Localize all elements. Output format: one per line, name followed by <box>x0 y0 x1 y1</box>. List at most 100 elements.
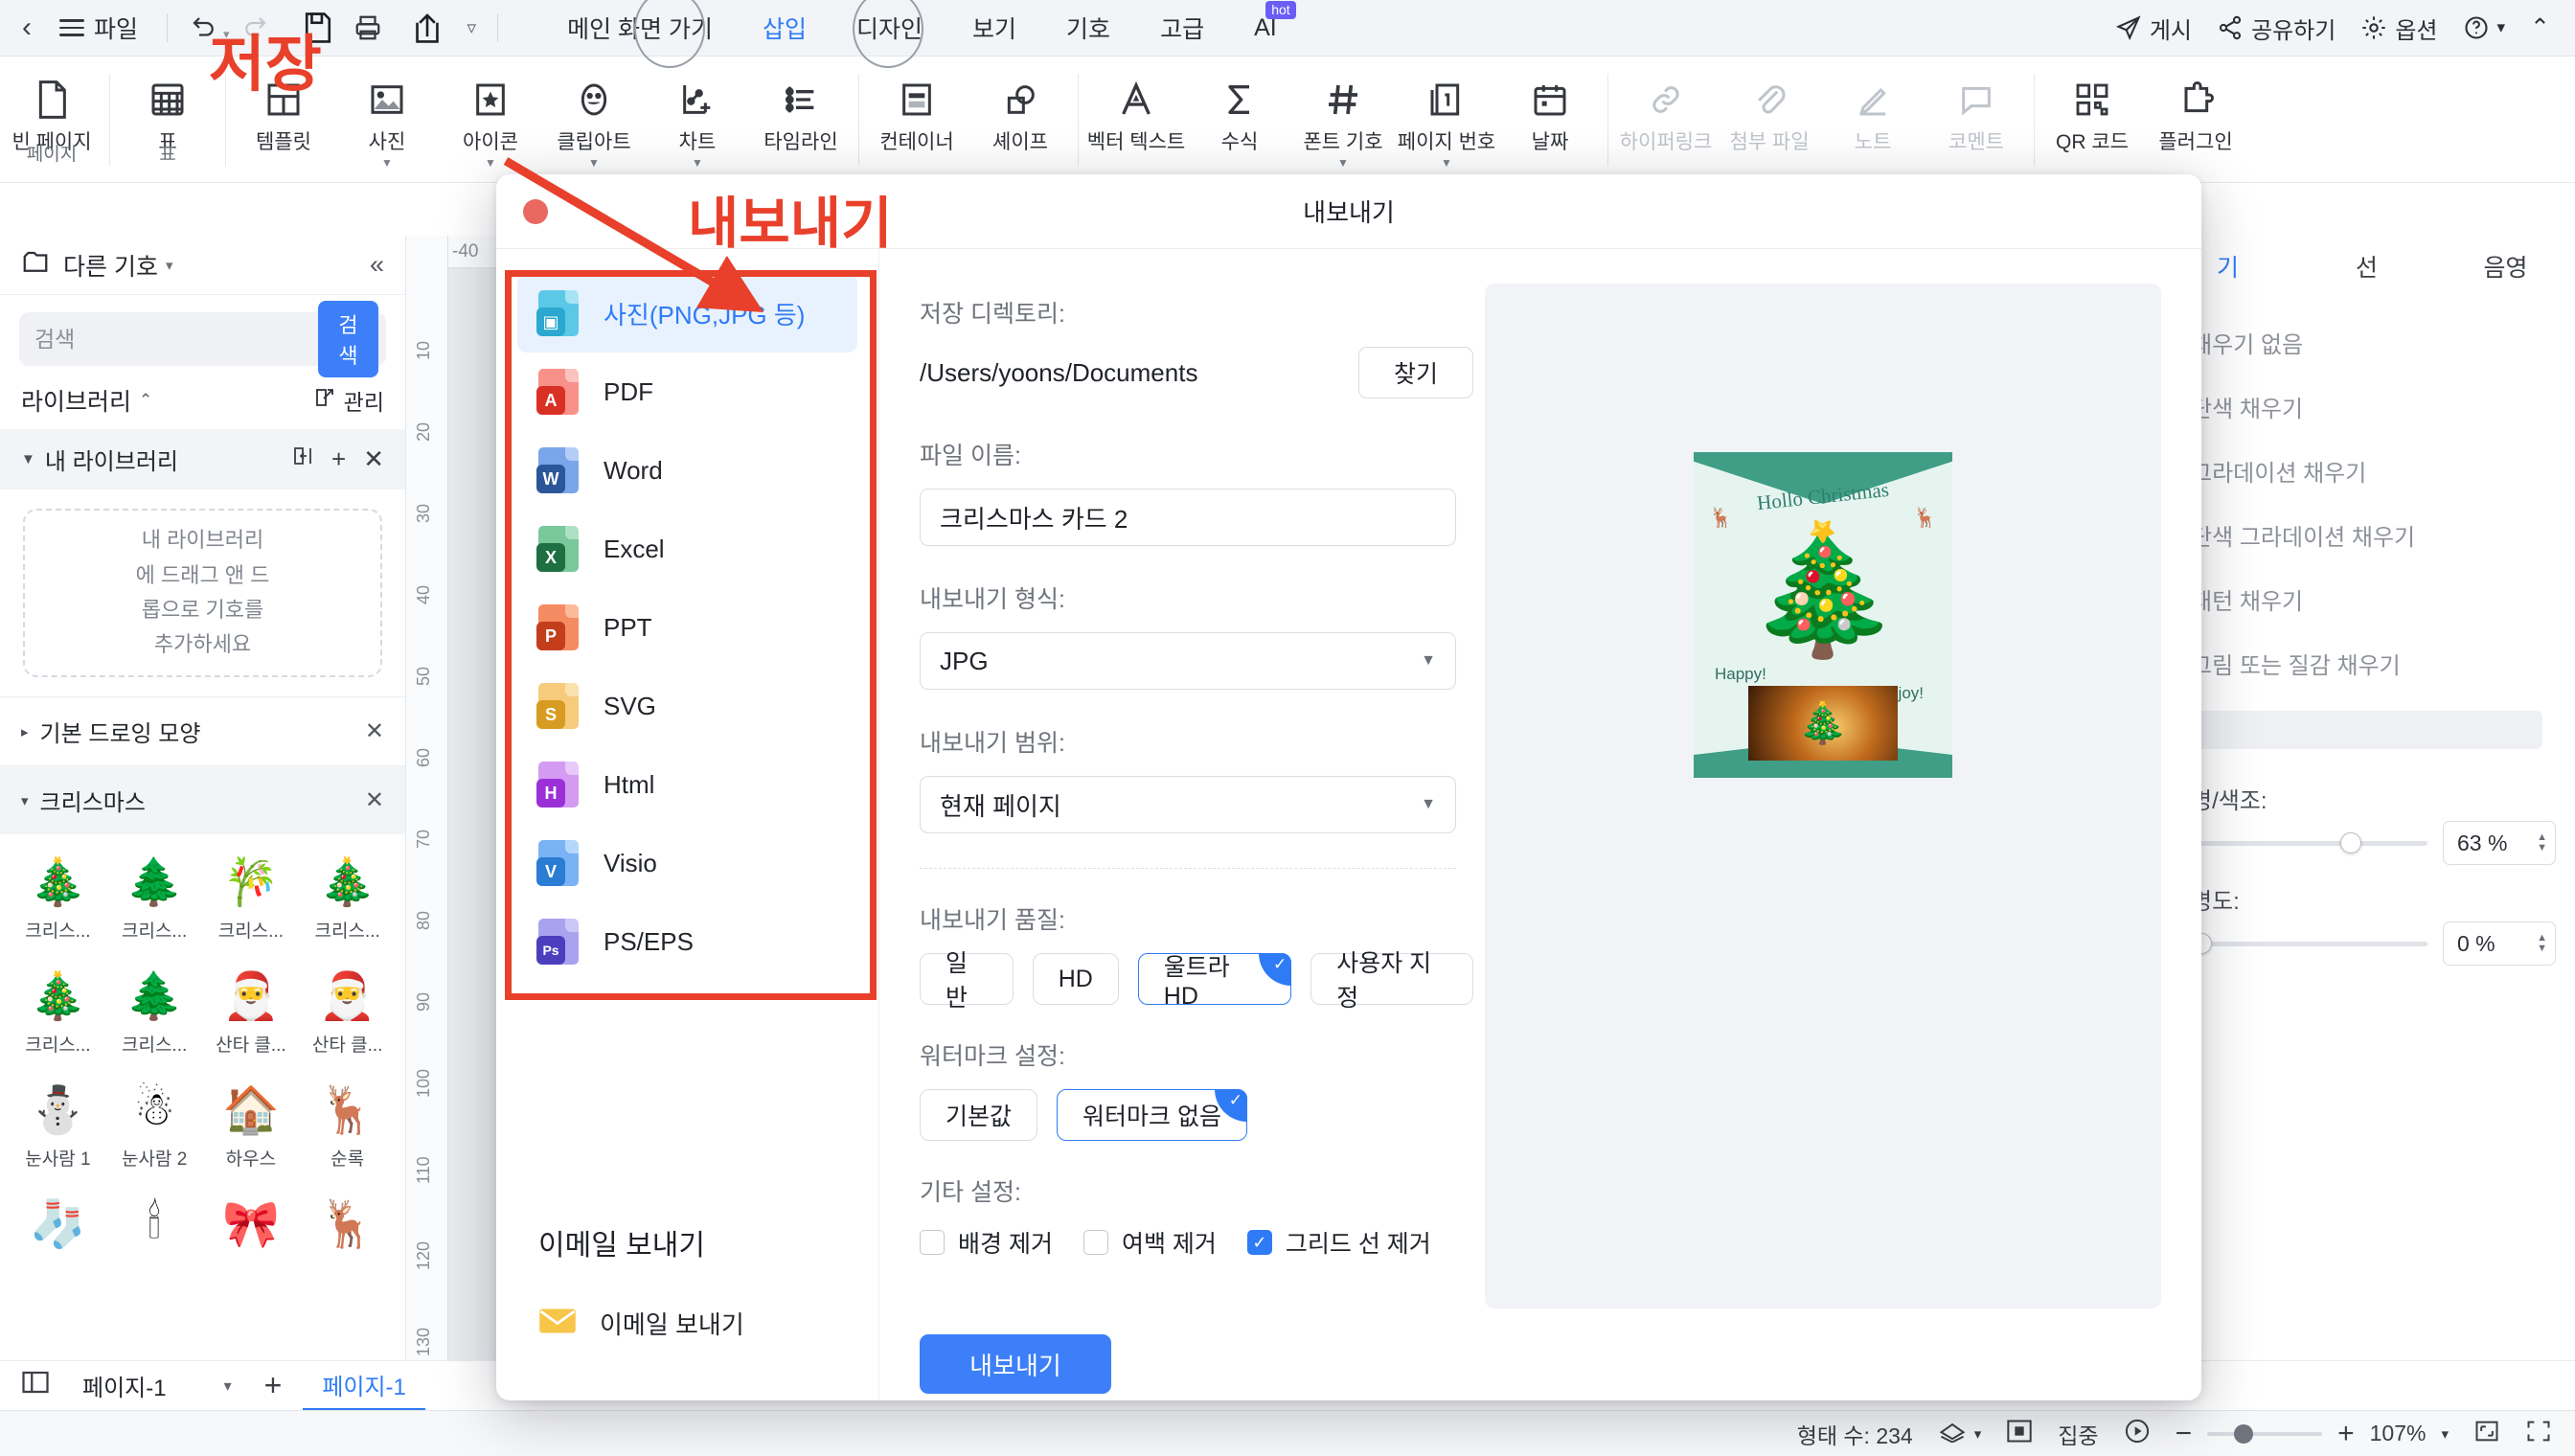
list-item[interactable]: 🎅 산타 클... <box>299 954 396 1068</box>
library-dropzone[interactable]: 내 라이브러리 에 드래그 앤 드 롭으로 기호를 추가하세요 <box>23 509 382 677</box>
zoom-caret-icon[interactable]: ▾ <box>2441 1425 2449 1443</box>
fullscreen-icon[interactable] <box>2525 1419 2552 1449</box>
search-box[interactable]: 검색 <box>19 301 386 377</box>
close-icon[interactable]: ✕ <box>363 444 384 474</box>
file-menu-button[interactable]: 파일 <box>54 11 155 45</box>
quality-option-custom[interactable]: 사용자 지정 <box>1310 950 1473 1012</box>
tab-insert[interactable]: 삽입 <box>738 0 832 57</box>
chevron-right-icon[interactable]: ▸ <box>21 723 29 740</box>
plus-icon[interactable]: + <box>2337 1418 2355 1450</box>
ribbon-plugin-button[interactable]: 플러그인 <box>2144 64 2247 170</box>
export-button[interactable]: 내보내기 <box>920 1334 1111 1394</box>
options-button[interactable]: 옵션 <box>2360 11 2438 45</box>
chevron-down-icon[interactable]: ▼ <box>1441 156 1452 170</box>
format-item-word[interactable]: W Word <box>517 431 857 510</box>
chevron-down-icon[interactable]: ▾ <box>224 1376 232 1396</box>
publish-button[interactable]: 게시 <box>2115 11 2192 45</box>
export-range-select[interactable]: 현재 페이지 ▼ <box>920 776 1456 833</box>
list-item[interactable]: 🕯 <box>106 1182 203 1270</box>
export-icon[interactable] <box>402 0 923 68</box>
plus-icon[interactable]: + <box>331 444 346 474</box>
color-swatch-preview[interactable] <box>2191 711 2542 749</box>
list-item[interactable]: 🎄 크리스... <box>299 840 396 954</box>
ribbon-qr-code-button[interactable]: QR 코드 <box>2040 64 2144 170</box>
tone-value-field[interactable]: 63 % ▲ ▼ <box>2443 821 2556 865</box>
watermark-option-default[interactable]: 기본값 <box>920 1089 1038 1141</box>
opacity-value-field[interactable]: 0 % ▲ ▼ <box>2443 921 2556 966</box>
filename-input[interactable]: 크리스마스 카드 2 <box>920 489 1456 546</box>
chevron-down-icon[interactable]: ▼ <box>485 156 496 170</box>
checkbox-remove-background[interactable]: 배경 제거 <box>920 1225 1053 1260</box>
page-tab-1[interactable]: 페이지-1 <box>303 1361 425 1411</box>
tab-line[interactable]: 선 <box>2297 249 2436 284</box>
slider-knob[interactable] <box>2339 831 2361 853</box>
theme-caret-icon[interactable]: ▾ <box>1974 1425 1982 1443</box>
chevron-down-icon[interactable]: ▾ <box>166 257 173 274</box>
checkbox-box[interactable] <box>920 1230 945 1255</box>
ribbon-page-number-button[interactable]: 페이지 번호 ▼ <box>1395 64 1498 170</box>
list-item[interactable]: 🦌 <box>299 1182 396 1270</box>
fit-page-icon[interactable] <box>2473 1419 2500 1449</box>
format-item-ps-eps[interactable]: Ps PS/EPS <box>517 902 857 981</box>
tone-slider[interactable] <box>2191 831 2427 853</box>
list-item[interactable]: 🎄 크리스... <box>10 954 106 1068</box>
layout-icon[interactable] <box>0 1370 71 1401</box>
stepper-arrows-icon[interactable]: ▲ ▼ <box>2537 832 2547 853</box>
close-icon[interactable]: ✕ <box>365 786 384 814</box>
focus-label[interactable]: 집중 <box>2058 1418 2098 1450</box>
format-item-ppt[interactable]: P PPT <box>517 588 857 667</box>
checkbox-remove-gridline[interactable]: ✓ 그리드 선 제거 <box>1246 1225 1431 1260</box>
play-icon[interactable] <box>2124 1418 2151 1450</box>
zoom-knob[interactable] <box>2234 1423 2254 1444</box>
opacity-slider[interactable] <box>2191 932 2427 954</box>
list-item[interactable]: 🎋 크리스... <box>203 840 300 954</box>
ribbon-container-button[interactable]: 컨테이너 <box>865 64 968 170</box>
list-item[interactable]: 🌲 크리스... <box>106 954 203 1068</box>
format-item-visio[interactable]: V Visio <box>517 824 857 902</box>
browse-directory-button[interactable]: 찾기 <box>1357 347 1473 398</box>
ribbon-formula-button[interactable]: 수식 <box>1188 64 1291 170</box>
search-button[interactable]: 검색 <box>318 301 378 377</box>
list-item[interactable]: 🎀 <box>203 1182 300 1270</box>
export-format-select[interactable]: JPG ▼ <box>920 632 1456 690</box>
tab-shadow[interactable]: 음영 <box>2436 249 2575 284</box>
theme-icon[interactable] <box>1938 1420 1967 1448</box>
collapse-left-icon[interactable]: « <box>370 250 384 280</box>
my-library-row[interactable]: ▼ 내 라이브러리 + ✕ <box>0 429 405 489</box>
list-item[interactable]: 🌲 크리스... <box>106 840 203 954</box>
share-button[interactable]: 공유하기 <box>2217 11 2336 45</box>
chevron-left-icon[interactable]: ‹ <box>0 11 54 44</box>
ribbon-date-button[interactable]: 날짜 <box>1498 64 1602 170</box>
format-item-excel[interactable]: X Excel <box>517 510 857 588</box>
list-item[interactable]: ⛄ 눈사람 1 <box>10 1068 106 1182</box>
zoom-slider[interactable] <box>2207 1423 2323 1444</box>
chevron-down-icon[interactable]: ▼ <box>21 451 35 467</box>
ribbon-font-symbol-button[interactable]: 폰트 기호 ▼ <box>1291 64 1395 170</box>
list-item[interactable]: 🧦 <box>10 1182 106 1270</box>
tab-view[interactable]: 보기 <box>947 0 1041 57</box>
chevron-down-icon[interactable]: ▾ <box>21 792 29 809</box>
sidebar-section-basic-shapes[interactable]: ▸ 기본 드로잉 모양 ✕ <box>0 696 405 765</box>
chevron-down-icon[interactable]: ▼ <box>381 156 393 170</box>
fill-option-gradient[interactable]: 그라데이션 채우기 <box>2158 439 2575 503</box>
help-caret-icon[interactable]: ▾ <box>2497 18 2506 37</box>
stepper-arrows-icon[interactable]: ▲ ▼ <box>2537 933 2547 954</box>
checkbox-remove-margin[interactable]: 여백 제거 <box>1082 1225 1217 1260</box>
tab-symbol[interactable]: 기호 <box>1041 0 1135 57</box>
fill-option-none[interactable]: 채우기 없음 <box>2158 310 2575 375</box>
close-icon[interactable]: ✕ <box>365 717 384 745</box>
sidebar-section-christmas[interactable]: ▾ 크리스마스 ✕ <box>0 765 405 834</box>
chevron-down-icon[interactable]: ▼ <box>1337 156 1349 170</box>
list-item[interactable]: 🎄 크리스... <box>10 840 106 954</box>
fill-option-pattern[interactable]: 패턴 채우기 <box>2158 567 2575 631</box>
format-item-pdf[interactable]: A PDF <box>517 353 857 431</box>
quality-option-hd[interactable]: HD <box>1032 953 1119 1005</box>
ribbon-shape-button[interactable]: 셰이프 <box>968 64 1072 170</box>
format-item-svg[interactable]: S SVG <box>517 667 857 745</box>
list-item[interactable]: 🏠 하우스 <box>203 1068 300 1182</box>
fill-option-mono-gradient[interactable]: 단색 그라데이션 채우기 <box>2158 503 2575 567</box>
checkbox-box[interactable]: ✓ <box>1246 1230 1272 1255</box>
quality-option-normal[interactable]: 일반 <box>920 950 1014 1012</box>
focus-frame-icon[interactable] <box>2006 1419 2033 1449</box>
tab-ai[interactable]: AI hot <box>1229 0 1302 57</box>
